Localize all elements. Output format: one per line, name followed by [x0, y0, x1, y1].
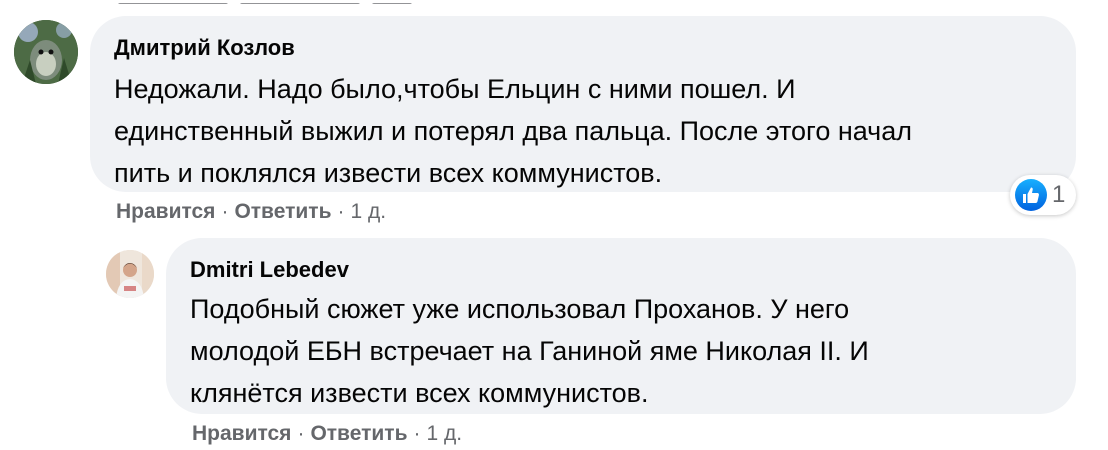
comment-text-line: пить и поклялся извести всех коммунистов…	[114, 158, 663, 188]
reply-bubble: Dmitri Lebedev Подобный сюжет уже исполь…	[166, 238, 1076, 414]
like-button[interactable]: Нравится	[192, 422, 291, 445]
comment-text: Подобный сюжет уже использовал Проханов.…	[190, 288, 1060, 414]
avatar-image	[106, 250, 154, 298]
comment-actions: Нравится · Ответить · 1 д.	[116, 199, 386, 225]
comment-timestamp[interactable]: 1 д.	[426, 422, 462, 445]
separator: ·	[297, 422, 305, 445]
like-button[interactable]: Нравится	[116, 200, 215, 223]
previous-comment-actions	[118, 0, 438, 4]
reaction-count: 1	[1052, 181, 1066, 208]
avatar-image	[14, 20, 78, 84]
comment-text-line: Недожали. Надо было,чтобы Ельцин с ними …	[114, 74, 796, 104]
comment-text-line: клянётся извести всех коммунистов.	[190, 378, 649, 408]
comment-bubble: Дмитрий Козлов Недожали. Надо было,чтобы…	[90, 16, 1076, 192]
comment-text-line: единственный выжил и потерял два пальца.…	[114, 116, 913, 146]
comment-text-line: Подобный сюжет уже использовал Проханов.…	[190, 294, 850, 324]
comment-timestamp[interactable]: 1 д.	[350, 200, 386, 223]
reaction-summary[interactable]: 1	[1010, 175, 1076, 215]
avatar[interactable]	[106, 250, 154, 298]
comment-actions: Нравится · Ответить · 1 д.	[192, 421, 462, 447]
comment-text: Недожали. Надо было,чтобы Ельцин с ними …	[114, 68, 1054, 194]
avatar[interactable]	[14, 20, 78, 84]
reply-button[interactable]: Ответить	[310, 422, 407, 445]
comment-author[interactable]: Dmitri Lebedev	[190, 257, 349, 283]
reply-button[interactable]: Ответить	[234, 200, 331, 223]
separator: ·	[221, 200, 229, 223]
comment-text-line: молодой ЕБН встречает на Ганиной яме Ник…	[190, 336, 869, 366]
like-icon	[1015, 179, 1047, 211]
separator: ·	[337, 200, 345, 223]
comment-author[interactable]: Дмитрий Козлов	[114, 35, 295, 61]
separator: ·	[413, 422, 421, 445]
